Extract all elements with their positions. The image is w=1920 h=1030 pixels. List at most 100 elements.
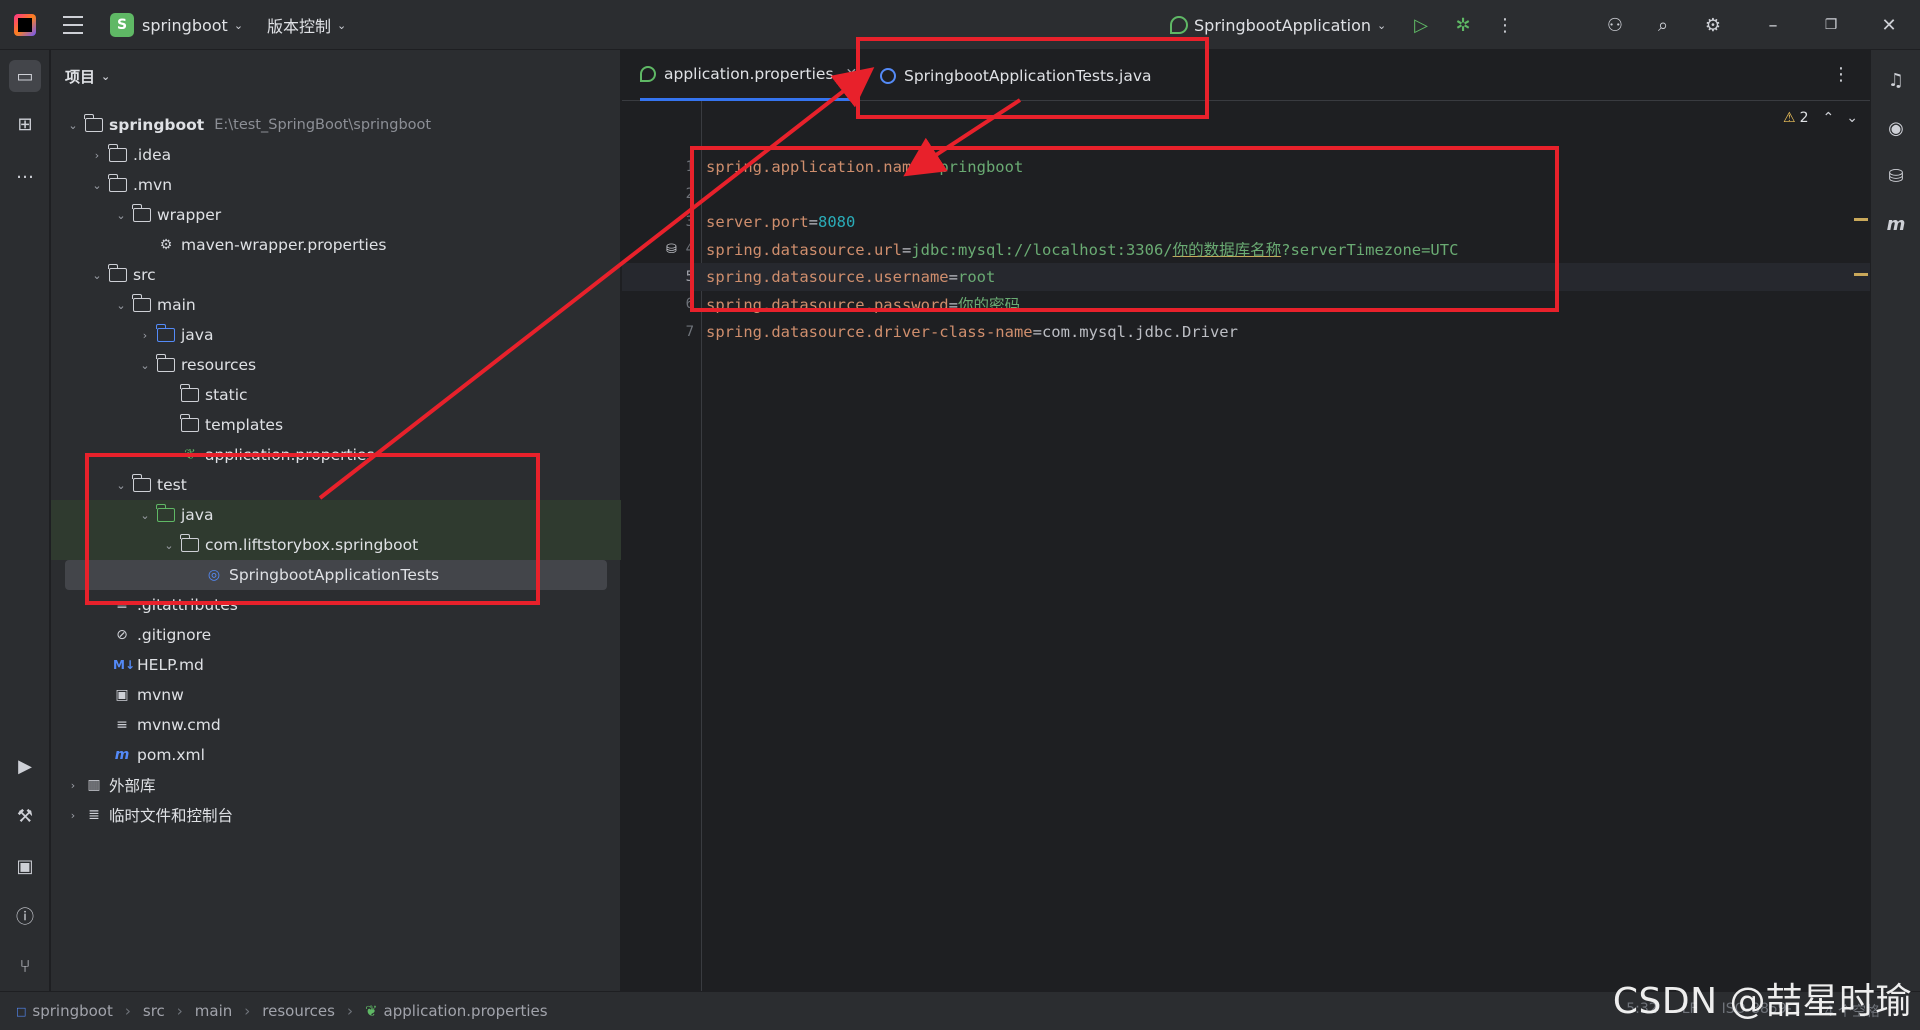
build-hammer-icon[interactable]: ⚒ xyxy=(9,800,41,832)
tree-item-mvnw-cmd[interactable]: ≡ mvnw.cmd xyxy=(51,710,621,740)
tree-item-idea[interactable]: › .idea xyxy=(51,140,621,170)
breadcrumb-item[interactable]: application.properties xyxy=(384,1002,548,1020)
scratches-icon: ≣ xyxy=(88,807,100,823)
tree-item-mvn[interactable]: ⌄ .mvn xyxy=(51,170,621,200)
breadcrumb-item[interactable]: resources xyxy=(262,1002,335,1020)
tree-item-springboot[interactable]: ⌄ springboot E:\test_SpringBoot\springbo… xyxy=(51,110,621,140)
tree-item-pom-xml[interactable]: m pom.xml xyxy=(51,740,621,770)
search-icon[interactable]: ⌕ xyxy=(1650,12,1676,38)
more-tools-icon[interactable]: … xyxy=(9,156,41,188)
run-icon[interactable]: ▷ xyxy=(1408,12,1434,38)
database-icon[interactable]: ⛁ xyxy=(1880,160,1912,192)
tree-item-label: main xyxy=(157,296,196,314)
code-line[interactable]: 7 spring.datasource.driver-class-name=co… xyxy=(622,318,1870,346)
warning-stripe-marker[interactable] xyxy=(1854,218,1868,221)
tree-item-mvnw[interactable]: ▣ mvnw xyxy=(51,680,621,710)
line-number: 3 xyxy=(685,213,694,230)
line-number: 7 xyxy=(685,323,694,340)
annotation-box-config xyxy=(690,146,1559,312)
terminal-icon[interactable]: ▣ xyxy=(9,850,41,882)
debug-icon[interactable]: ✲ xyxy=(1450,12,1476,38)
project-folder-icon[interactable]: ▭ xyxy=(9,60,41,92)
folder-icon xyxy=(132,294,151,312)
left-tool-stripe: ▭ ⊞ … ▶ ⚒ ▣ ⓘ ⑂ xyxy=(0,50,50,991)
chevron-down-icon: ⌄ xyxy=(337,18,347,32)
tree-item-static[interactable]: static xyxy=(51,380,621,410)
problems-icon[interactable]: ⓘ xyxy=(9,900,41,932)
tree-item-label: 外部库 xyxy=(109,777,156,795)
tree-item-resources[interactable]: ⌄ resources xyxy=(51,350,621,380)
project-switcher[interactable]: S springboot ⌄ xyxy=(110,0,243,50)
project-panel-header[interactable]: 项目 ⌄ xyxy=(65,66,110,87)
library-icon: ▥ xyxy=(87,777,101,793)
tree-item-external-libraries[interactable]: › ▥ 外部库 xyxy=(51,770,621,800)
more-actions-icon[interactable]: ⋮ xyxy=(1492,12,1518,38)
text-file-icon: ≡ xyxy=(116,717,128,733)
chevron-up-icon[interactable]: ⌃ xyxy=(1823,110,1835,126)
project-panel-title: 项目 xyxy=(65,68,96,86)
services-icon[interactable]: ▶ xyxy=(9,750,41,782)
line-number: 1 xyxy=(685,158,694,175)
line-number: 4 xyxy=(685,241,694,258)
structure-icon[interactable]: ⊞ xyxy=(9,108,41,140)
module-icon: □ xyxy=(16,1004,27,1018)
tree-item-gitignore[interactable]: ⊘ .gitignore xyxy=(51,620,621,650)
close-icon[interactable]: ✕ xyxy=(1876,12,1902,38)
breadcrumb-item[interactable]: main xyxy=(195,1002,232,1020)
more-tabs-icon[interactable]: ⋮ xyxy=(1832,64,1850,85)
chevron-down-icon: ⌄ xyxy=(233,18,244,32)
folder-icon xyxy=(108,174,127,192)
inspection-widget[interactable]: ⚠ 2 ⌃ ⌄ xyxy=(1783,110,1858,126)
tree-item-wrapper[interactable]: ⌄ wrapper xyxy=(51,200,621,230)
tree-item-help-md[interactable]: M↓ HELP.md xyxy=(51,650,621,680)
tree-item-label: templates xyxy=(205,416,284,434)
settings-gear-icon[interactable]: ⚙ xyxy=(1700,12,1726,38)
intellij-logo-icon[interactable] xyxy=(14,14,36,36)
tree-item-label: java xyxy=(181,326,214,344)
source-folder-icon xyxy=(156,324,175,342)
annotation-box-test-class xyxy=(85,453,540,605)
tab-label: application.properties xyxy=(664,65,834,83)
minimize-icon[interactable]: – xyxy=(1760,12,1786,38)
vcs-label: 版本控制 xyxy=(267,17,332,36)
chevron-down-icon[interactable]: ⌄ xyxy=(1846,110,1858,126)
tree-item-maven-wrapper-properties[interactable]: ⚙ maven-wrapper.properties xyxy=(51,230,621,260)
tree-item-label: HELP.md xyxy=(137,656,204,674)
gitignore-icon: ⊘ xyxy=(116,627,128,643)
tree-item-src[interactable]: ⌄ src xyxy=(51,260,621,290)
tab-application-properties[interactable]: application.properties ✕ xyxy=(640,50,858,101)
tree-item-scratches[interactable]: › ≣ 临时文件和控制台 xyxy=(51,800,621,830)
tree-item-main-java[interactable]: › java xyxy=(51,320,621,350)
main-menu-icon[interactable] xyxy=(62,0,84,50)
breadcrumb: □ springboot › src › main › resources › … xyxy=(16,1002,548,1020)
tree-item-label: pom.xml xyxy=(137,746,205,764)
notifications-bell-icon[interactable]: ♫ xyxy=(1880,64,1912,96)
breadcrumb-item[interactable]: src xyxy=(143,1002,165,1020)
tree-item-main[interactable]: ⌄ main xyxy=(51,290,621,320)
git-branch-icon[interactable]: ⑂ xyxy=(9,950,41,982)
add-user-icon[interactable]: ⚇ xyxy=(1602,12,1628,38)
spring-leaf-icon: ❦ xyxy=(364,1002,378,1020)
chevron-down-icon: ⌄ xyxy=(116,208,126,222)
vcs-menu[interactable]: 版本控制 ⌄ xyxy=(267,0,346,50)
tree-item-templates[interactable]: templates xyxy=(51,410,621,440)
tree-item-label: .idea xyxy=(133,146,172,164)
chevron-right-icon: › xyxy=(346,1002,353,1020)
restore-icon[interactable]: ❐ xyxy=(1818,12,1844,38)
property-key: spring.datasource.driver-class-name xyxy=(706,322,1033,341)
project-name: springboot xyxy=(142,15,228,35)
warning-stripe-marker[interactable] xyxy=(1854,273,1868,276)
folder-icon xyxy=(180,384,199,402)
property-value: com.mysql.jdbc.Driver xyxy=(1041,322,1238,341)
right-tool-stripe: ♫ ◉ ⛁ m xyxy=(1870,50,1920,991)
tree-item-label: resources xyxy=(181,356,257,374)
breadcrumb-item[interactable]: springboot xyxy=(32,1002,112,1020)
chevron-down-icon: ⌄ xyxy=(140,358,150,372)
chevron-right-icon: › xyxy=(70,778,76,792)
maven-icon[interactable]: m xyxy=(1880,208,1912,240)
markdown-icon: M↓ xyxy=(113,658,135,672)
project-badge: S xyxy=(110,13,134,37)
module-path: E:\test_SpringBoot\springboot xyxy=(214,117,432,133)
ai-assistant-icon[interactable]: ◉ xyxy=(1880,112,1912,144)
tree-item-label: src xyxy=(133,266,156,284)
